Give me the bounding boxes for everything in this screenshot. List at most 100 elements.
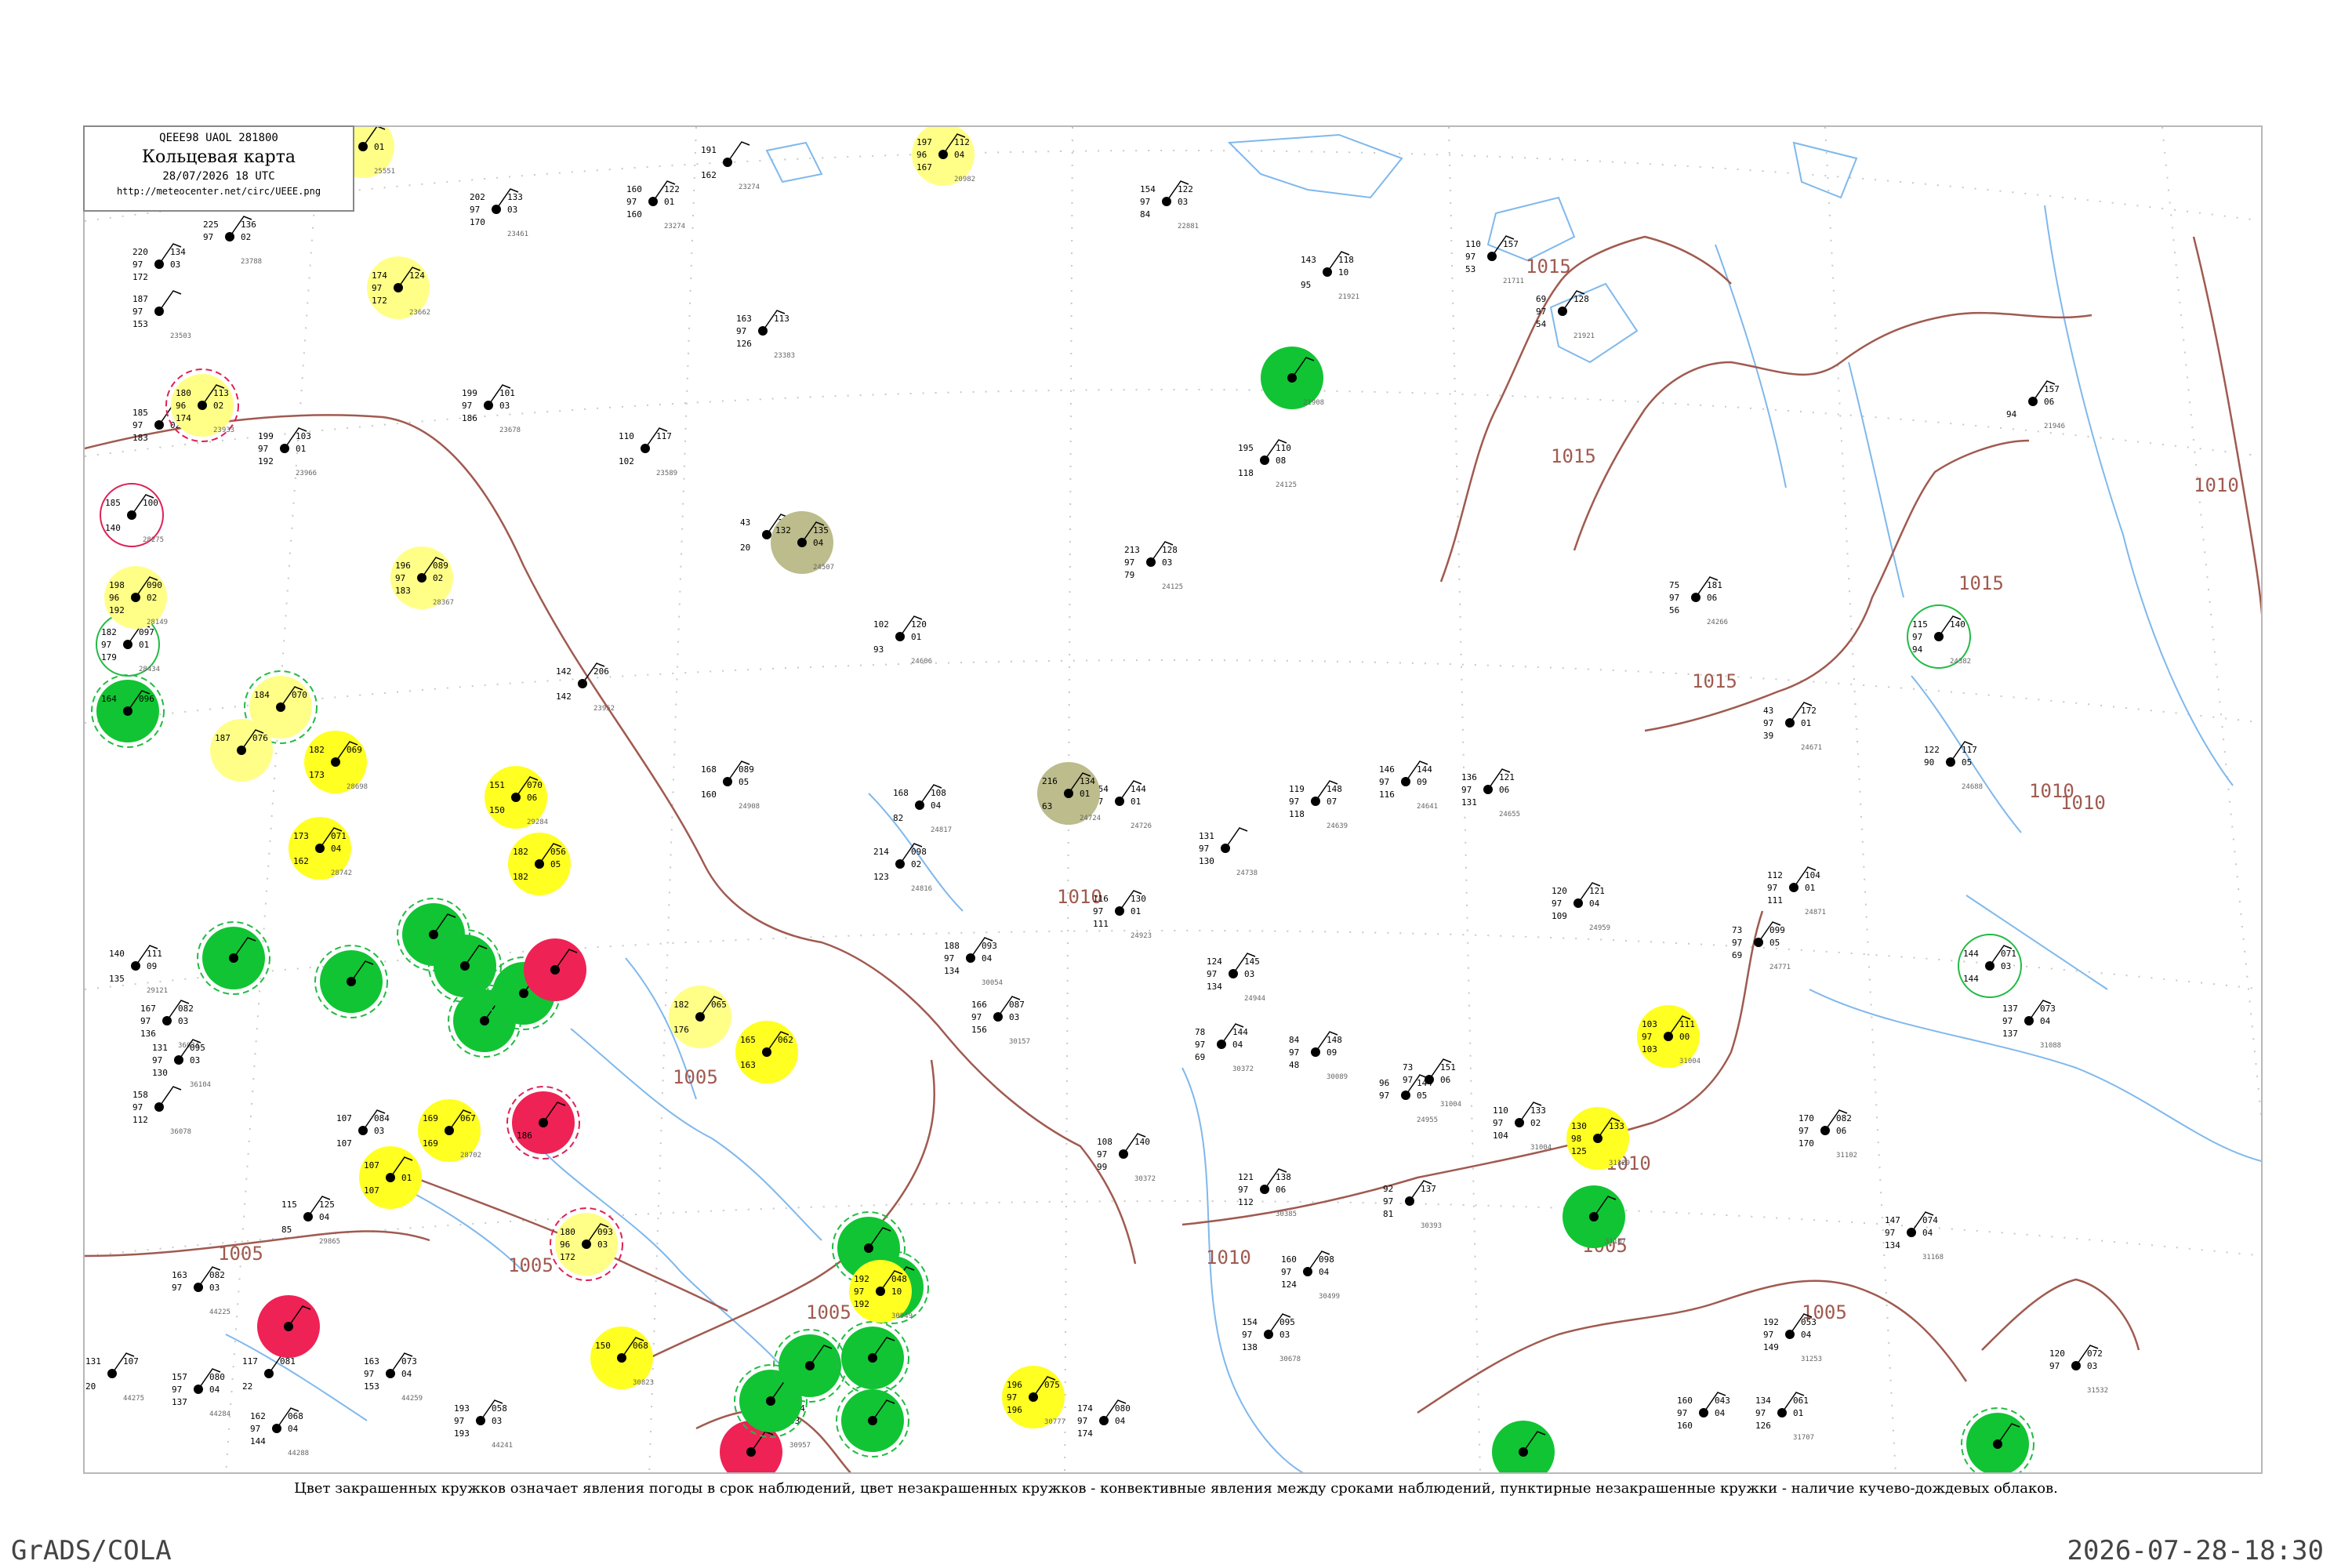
station-plot: 202 133 97 03 170 23461 xyxy=(470,188,528,238)
map-grid xyxy=(85,127,2261,1472)
station-value-tr: 144 xyxy=(1417,764,1432,775)
station-value-tl: 182 xyxy=(101,627,117,637)
station-value-ml: 97 xyxy=(1763,718,1773,728)
station-plot: 131 107 20 44275 xyxy=(85,1352,144,1403)
station-value-tl: 197 xyxy=(916,137,932,147)
station-value-mr: 01 xyxy=(664,197,674,207)
station-value-bl: 69 xyxy=(1732,950,1742,960)
station-s-ab: 103 111 97 00 103 31004 xyxy=(1637,1005,1700,1068)
station-value-bl: 126 xyxy=(1755,1421,1771,1431)
lake-outline xyxy=(1792,141,1858,199)
station-value-ml: 97 xyxy=(1885,1228,1895,1238)
station-value-tr: 082 xyxy=(178,1004,194,1014)
station-value-tl: 184 xyxy=(254,690,270,700)
station-s-u: 107 01 107 xyxy=(359,1146,422,1209)
station-value-bl: 134 xyxy=(1207,982,1222,992)
station-id: 24688 xyxy=(1962,783,1983,791)
station-plot: 154 122 97 03 84 22881 xyxy=(1140,180,1199,230)
station-value-tl: 192 xyxy=(1763,1317,1779,1327)
station-value-bl: 192 xyxy=(109,605,125,615)
station-value-tl: 185 xyxy=(132,408,148,418)
station-id: 44288 xyxy=(288,1450,309,1457)
station-value-tr: 069 xyxy=(347,745,362,755)
station-value-ml: 97 xyxy=(1763,1330,1773,1340)
station-value-mr: 04 xyxy=(1589,898,1600,909)
station-value-tr: 144 xyxy=(1131,784,1146,794)
station-value-tr: 117 xyxy=(1962,745,1977,755)
station-value-tr: 145 xyxy=(1244,956,1260,967)
station-id: 21921 xyxy=(1573,332,1595,340)
station-value-tl: 182 xyxy=(513,847,528,857)
station-value-mr: 08 xyxy=(1276,456,1286,466)
station-id: 24382 xyxy=(1950,658,1971,666)
station-value-bl: 186 xyxy=(517,1131,532,1141)
station-value-bl: 82 xyxy=(893,813,903,823)
station-value-ml: 96 xyxy=(109,593,119,603)
station-plot: 191 162 23274 xyxy=(701,141,760,191)
station-plot: 84 148 97 09 48 30089 xyxy=(1289,1031,1348,1081)
station-value-tl: 102 xyxy=(873,619,889,630)
station-value-tr: 053 xyxy=(1801,1317,1817,1327)
station-value-tl: 137 xyxy=(2002,1004,2018,1014)
station-plot: 195 110 08 118 24125 xyxy=(1238,439,1297,489)
station-value-mr: 10 xyxy=(891,1287,902,1297)
station-id: 28367 xyxy=(433,599,454,607)
station-value-bl: 162 xyxy=(293,856,309,866)
station-value-mr: 05 xyxy=(550,859,561,869)
station-value-tl: 180 xyxy=(560,1227,575,1237)
station-value-tr: 122 xyxy=(1178,184,1193,194)
station-value-mr: 03 xyxy=(190,1055,200,1065)
station-id: 28434 xyxy=(139,666,160,673)
station-plot: 117 08122 xyxy=(242,1352,296,1392)
station-s-ak xyxy=(836,1321,909,1395)
station-value-tl: 160 xyxy=(626,184,642,194)
station-value-ml: 97 xyxy=(1007,1392,1017,1403)
station-value-tr: 121 xyxy=(1499,772,1515,782)
station-value-ml: 97 xyxy=(454,1416,464,1426)
station-id: 24507 xyxy=(813,564,834,572)
station-plot: 69 128 97 54 21921 xyxy=(1536,290,1595,340)
station-value-bl: 182 xyxy=(513,872,528,882)
station-value-tr: 107 xyxy=(123,1356,139,1367)
station-s-r xyxy=(524,938,586,1001)
station-plot: 140 111 09 135 29121 xyxy=(109,945,168,995)
station-value-bl: 116 xyxy=(1379,789,1395,800)
station-plot: 112 104 97 01 111 24871 xyxy=(1767,866,1826,916)
station-value-bl: 126 xyxy=(736,339,752,349)
station-value-mr: 03 xyxy=(2001,961,2011,971)
station-plot: 193 058 97 03 193 44241 xyxy=(454,1399,513,1450)
station-value-mr: 09 xyxy=(147,961,157,971)
station-value-tl: 151 xyxy=(489,780,505,790)
station-value-mr: 01 xyxy=(911,632,921,642)
station-id: 24738 xyxy=(1236,869,1258,877)
station-s-f: 164 096 xyxy=(91,674,165,748)
station-value-ml: 96 xyxy=(916,150,927,160)
station-value-tl: 134 xyxy=(1755,1396,1771,1406)
isobar-line xyxy=(1439,235,1732,583)
station-plot: 116 130 97 01 111 24923 xyxy=(1093,890,1152,940)
station-value-bl: 196 xyxy=(1007,1405,1022,1415)
station-value-tl: 136 xyxy=(1461,772,1477,782)
station-value-mr: 01 xyxy=(1131,797,1141,807)
station-value-bl: 153 xyxy=(132,319,148,329)
station-value-tr: 093 xyxy=(982,941,997,951)
station-value-tl: 187 xyxy=(132,294,148,304)
station-value-mr: 02 xyxy=(147,593,157,603)
station-value-ml: 97 xyxy=(1798,1126,1809,1136)
station-s-ac: 130 133 98 125 31329 xyxy=(1566,1107,1630,1170)
station-value-tl: 170 xyxy=(1798,1113,1814,1123)
station-s-b: 225 136 97 02 23788 xyxy=(203,216,262,266)
river-line xyxy=(1848,361,1904,598)
station-value-tr: 104 xyxy=(1805,870,1820,880)
legend-caption: Цвет закрашенных кружков означает явлени… xyxy=(294,1480,2058,1497)
station-value-ml: 97 xyxy=(1077,1416,1087,1426)
river-line xyxy=(1965,895,2108,990)
station-value-mr: 03 xyxy=(1009,1012,1019,1022)
station-value-bl: 79 xyxy=(1124,570,1134,580)
station-value-mr: 03 xyxy=(1244,969,1254,979)
station-id: 30054 xyxy=(982,979,1003,987)
map-url[interactable]: http://meteocenter.net/circ/UEEE.png xyxy=(85,186,353,197)
map-info-box: QEEE98 UAOL 281800 Кольцевая карта 28/07… xyxy=(83,125,354,212)
isobar-label: 1005 xyxy=(218,1243,263,1265)
station-value-bl: 160 xyxy=(1677,1421,1693,1431)
